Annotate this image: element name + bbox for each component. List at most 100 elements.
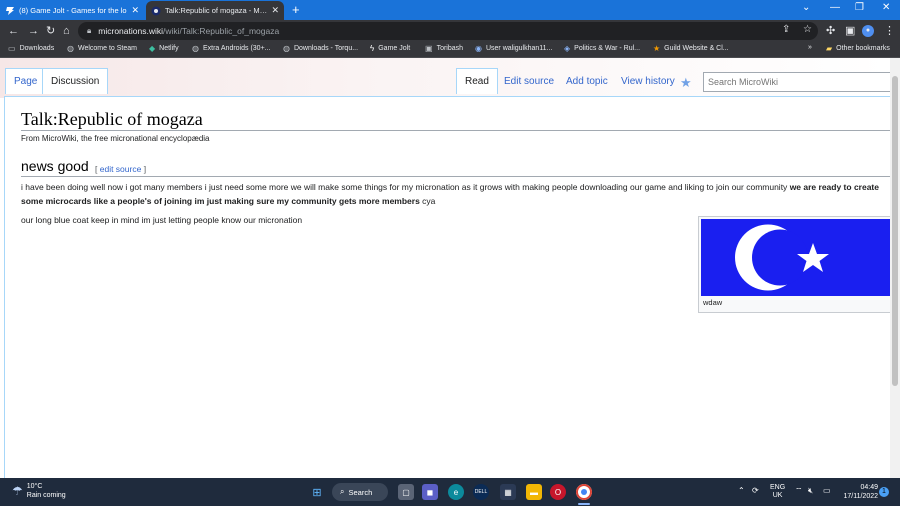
bracket-close: ] [141,164,147,174]
file-explorer-icon[interactable]: ▬ [526,484,542,500]
browser-tab-gamejolt[interactable]: (8) Game Jolt - Games for the lo ✕ [0,1,144,20]
browser-tab-microwiki[interactable]: Talk:Republic of mogaza - Micro ✕ [146,1,284,20]
page-scrollbar[interactable] [890,58,900,478]
steam-icon: ◍ [283,44,290,53]
windows-start-icon[interactable]: ⊞ [309,484,325,500]
folder-icon: ▰ [826,44,833,53]
toribash-icon: ▣ [425,44,433,53]
tab-title: Talk:Republic of mogaza - Micro [165,6,268,15]
weather-temp: 10°C [26,483,43,490]
windows-taskbar: ☂ 10°C Rain coming ⊞ ⌕ Search ▢ ◼ e DELL ▦… [0,478,900,506]
home-icon[interactable]: ⌂ [63,24,70,38]
rain-cloud-icon: ☂ [12,484,23,498]
tab-search-chevron-icon[interactable]: ⌄ [802,2,810,13]
bookmark-item[interactable]: ◉ User waligulkhan11... [475,44,552,53]
tab-edit-source[interactable]: Edit source [496,68,562,94]
weather-widget[interactable]: ☂ 10°C Rain coming [12,482,66,500]
paragraph-1: i have been doing well now i got many me… [21,180,890,208]
bookmark-label: Game Jolt [378,45,411,52]
watch-star-icon[interactable]: ★ [680,75,692,91]
new-tab-button[interactable]: + [292,2,300,17]
bookmark-label: User waligulkhan11... [485,45,553,52]
tray-overflow-chevron-icon[interactable]: ⌃ [738,486,745,495]
close-tab-icon[interactable]: ✕ [271,5,279,16]
chrome-icon[interactable] [576,484,592,500]
site-tagline: From MicroWiki, the free micronational e… [21,134,210,143]
browser-tab-strip: (8) Game Jolt - Games for the lo ✕ Talk:… [0,0,900,20]
paragraph-text: i have been doing well now i got many me… [21,182,790,192]
opera-icon[interactable]: O [550,484,566,500]
scrollbar-thumb[interactable] [892,76,898,386]
sync-icon[interactable]: ⟳ [752,486,759,495]
bookmark-item[interactable]: ◍ Welcome to Steam [67,44,137,53]
clock-time: 04:49 [860,484,878,491]
maximize-button[interactable]: ❐ [855,2,864,13]
notification-badge[interactable]: 1 [879,487,889,497]
search-icon: ⌕ [340,487,345,496]
side-panel-icon[interactable]: ▣ [845,24,855,38]
search-label: Search [348,487,373,497]
section-edit-source-link[interactable]: edit source [100,164,142,174]
back-icon[interactable]: ← [8,24,19,38]
forward-icon[interactable]: → [28,24,39,38]
bookmark-item[interactable]: ◍ Extra Androids (30+... [192,44,271,53]
bookmark-item[interactable]: ▣ Toribash [425,44,463,53]
tab-page[interactable]: Page [5,68,47,94]
bookmark-item[interactable]: ◈ Politics & War - Rul... [564,44,640,53]
bookmark-star-icon[interactable]: ☆ [803,24,812,35]
wifi-icon[interactable]: ⌔ [795,486,803,496]
page-title: Talk:Republic of mogaza [21,109,203,129]
bookmark-label: Other bookmarks [836,45,890,52]
teams-chat-icon[interactable]: ◼ [422,484,438,500]
bookmark-label: Politics & War - Rul... [574,45,641,52]
mogaza-flag-image[interactable] [701,219,890,296]
store-icon[interactable]: ▦ [500,484,516,500]
minimize-button[interactable]: — [830,2,840,13]
close-tab-icon[interactable]: ✕ [131,5,139,16]
share-icon[interactable]: ⇪ [782,24,790,35]
profile-avatar[interactable]: ● [862,25,874,37]
thumbnail-caption: wdaw [703,298,723,307]
folder-icon: ▭ [8,44,16,53]
bookmarks-overflow-button[interactable]: » [808,44,812,51]
system-clock[interactable]: 04:49 17/11/2022 [838,483,878,501]
battery-icon[interactable]: ▭ [823,486,831,495]
paragraph-text: cya [419,196,436,206]
bookmark-item[interactable]: ★ Guild Website & Cl... [653,44,729,53]
tab-discussion[interactable]: Discussion [42,68,109,94]
tab-view-history[interactable]: View history [613,68,683,94]
address-bar[interactable]: 🔒︎ micronations.wiki/wiki/Talk:Republic_… [78,22,818,40]
tab-read[interactable]: Read [456,68,498,94]
bookmark-item[interactable]: ◆ Netlify [149,44,179,53]
netlify-icon: ◆ [149,44,156,53]
bookmark-item[interactable]: ϟ Game Jolt [370,44,410,53]
image-thumbnail[interactable]: wdaw [698,216,890,313]
close-window-button[interactable]: ✕ [882,2,890,13]
article-body: Talk:Republic of mogaza From MicroWiki, … [4,96,890,478]
language-indicator[interactable]: ENG UK [770,484,785,500]
dell-icon[interactable]: DELL [473,484,489,500]
clock-date: 17/11/2022 [843,493,878,500]
other-bookmarks-folder[interactable]: ▰ Other bookmarks [826,44,890,53]
browser-toolbar: ← → ↻ ⌂ 🔒︎ micronations.wiki/wiki/Talk:R… [0,20,900,42]
globe-icon: ◈ [564,44,571,53]
extensions-icon[interactable]: ✣ [826,24,835,38]
section-heading: news good [21,158,89,174]
lang-code: ENG [770,484,786,491]
active-app-indicator [578,503,590,505]
edge-icon[interactable]: e [448,484,464,500]
overflow-label: » [808,44,812,51]
section-edit-link-wrapper: [ edit source ] [95,164,146,174]
reload-icon[interactable]: ↻ [46,24,55,38]
bookmark-item[interactable]: ▭ Downloads [8,44,54,53]
title-divider [21,130,890,131]
bookmark-item[interactable]: ◍ Downloads - Torqu... [283,44,358,53]
volume-muted-icon[interactable]: 🔇︎ [808,486,813,496]
taskbar-search-button[interactable]: ⌕ Search [332,483,388,501]
tab-add-topic[interactable]: Add topic [558,68,616,94]
menu-kebab-icon[interactable]: ⋮ [884,24,895,38]
bookmark-label: Downloads - Torqu... [293,45,359,52]
wiki-search-input[interactable] [703,72,890,92]
task-view-icon[interactable]: ▢ [398,484,414,500]
lang-region: UK [772,492,783,499]
